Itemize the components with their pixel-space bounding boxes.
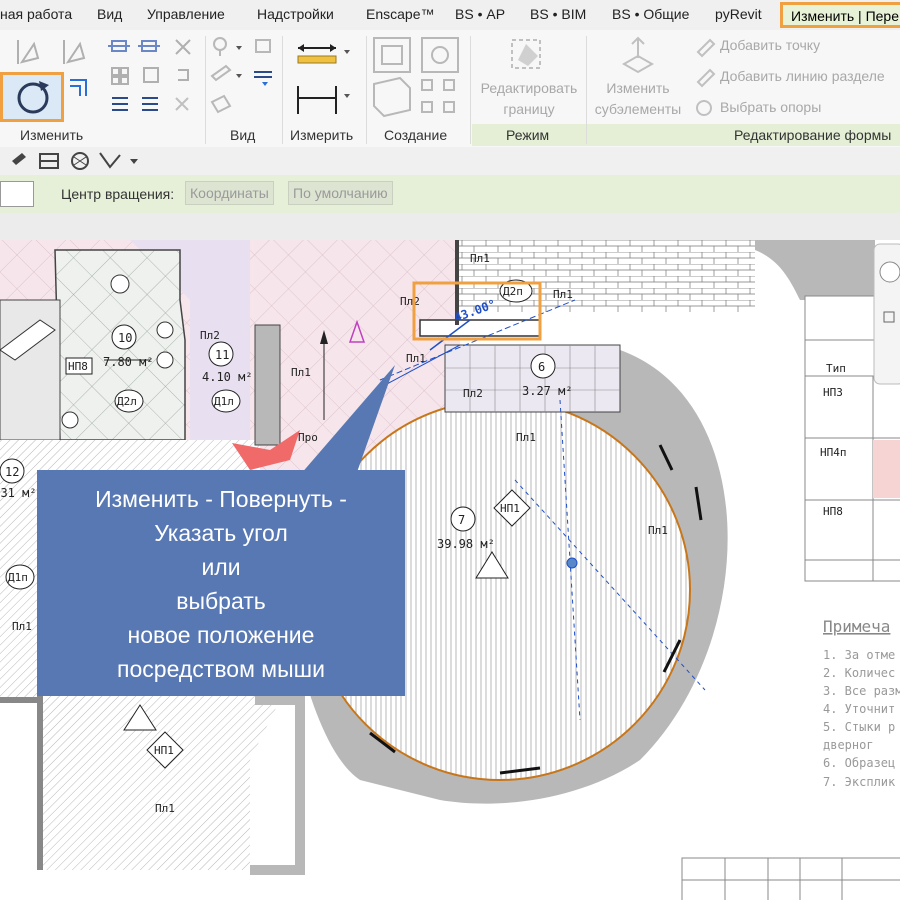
instruction-callout: Изменить - Повернуть - Указать угол или …: [37, 470, 405, 696]
note-2: 2. Количес: [823, 666, 895, 680]
tag-d2p: Д2п: [503, 285, 523, 298]
quick-access-icons[interactable]: [0, 147, 150, 175]
tab-enscape[interactable]: Enscape™: [366, 6, 434, 22]
menu-bar: ная работа Вид Управление Надстройки Ens…: [0, 0, 900, 31]
room-tag-12: 12: [5, 465, 19, 479]
schedule-row-3: НП8: [823, 505, 843, 518]
edit-boundary-label-line2: границу: [503, 101, 555, 117]
add-point-button[interactable]: Добавить точку: [720, 37, 820, 53]
rotate-icon: [17, 81, 49, 114]
panel-edit-shape-label: Редактирование формы: [734, 127, 892, 143]
tag-d1p: Д1п: [8, 571, 28, 584]
room-tag-6: 6: [538, 360, 545, 374]
panel-separator: [366, 36, 367, 144]
modify-subelements-label-line2: субэлементы: [594, 101, 682, 117]
callout-line: или: [201, 554, 241, 580]
callout-line: новое положение: [127, 622, 315, 648]
floor-label: Пл1: [12, 620, 32, 633]
panel-create-label: Создание: [384, 127, 448, 143]
room-area-7: 39.98 м²: [437, 537, 495, 551]
angle-input[interactable]: [0, 181, 34, 207]
tag-d2l: Д2л: [117, 395, 137, 408]
floor-label: Про: [298, 431, 318, 444]
floor-label: Пл1: [516, 431, 536, 444]
tag-d1l: Д1л: [214, 395, 234, 408]
floor-label: Пл1: [553, 288, 573, 301]
tab-collaborate[interactable]: ная работа: [0, 6, 72, 22]
modify-subelements-label-line1: Изменить: [606, 80, 670, 96]
panel-mode-label: Режим: [506, 127, 550, 143]
rotate-button[interactable]: [0, 72, 64, 122]
pick-supports-button[interactable]: Выбрать опоры: [720, 99, 821, 115]
add-split-line-button[interactable]: Добавить линию разделе: [720, 68, 885, 84]
edit-boundary-button[interactable]: Редактировать границу: [474, 78, 584, 120]
view-tools-icons[interactable]: [206, 36, 280, 120]
callout-line: Указать угол: [154, 520, 288, 546]
schedule-header: Тип: [826, 362, 846, 375]
note-4: 4. Уточнит: [823, 702, 895, 716]
note-6: 6. Образец: [823, 756, 895, 770]
callout-line: Изменить - Повернуть -: [95, 486, 347, 512]
floor-label: Пл1: [648, 524, 668, 537]
floor-label: Пл2: [463, 387, 483, 400]
tab-bs-bim[interactable]: BS • BIM: [530, 6, 586, 22]
callout-line: посредством мыши: [117, 656, 325, 682]
panel-separator: [586, 36, 587, 144]
panel-modify-label: Изменить: [20, 127, 84, 143]
room-area-12: 7.31 м²: [0, 486, 37, 500]
floor-label: Пл2: [400, 295, 420, 308]
edit-boundary-icon: [511, 39, 541, 69]
tab-pyrevit[interactable]: pyRevit: [715, 6, 762, 22]
tab-addins[interactable]: Надстройки: [257, 6, 334, 22]
create-tools-icons[interactable]: [370, 34, 470, 120]
schedule-row-1: НП3: [823, 386, 843, 399]
room-area-11: 4.10 м²: [202, 370, 253, 384]
edit-boundary-label-line1: Редактировать: [480, 80, 578, 96]
tab-manage[interactable]: Управление: [147, 6, 225, 22]
room-tag-10: 10: [118, 331, 132, 345]
tag-np8: НП8: [68, 360, 88, 373]
room-area-6: 3.27 м²: [522, 384, 573, 398]
floor-label: Пл1: [291, 366, 311, 379]
modify-subelements-icon: [621, 36, 655, 74]
options-bar: Центр вращения: Координаты По умолчанию: [0, 175, 900, 214]
tag-np1: НП1: [500, 502, 520, 515]
tab-modify-contextual[interactable]: Изменить | Пере: [780, 2, 900, 28]
note-5: 5. Стыки р: [823, 720, 895, 734]
tab-view[interactable]: Вид: [97, 6, 122, 22]
tab-bs-ar[interactable]: BS • АР: [455, 6, 505, 22]
callout-line: выбрать: [176, 588, 266, 614]
view-header-band: [0, 213, 900, 240]
panel-view-label: Вид: [230, 127, 256, 143]
room-tag-7: 7: [458, 513, 465, 527]
schedule-row-2: НП4п: [820, 446, 847, 459]
note-1: 1. За отме: [823, 648, 895, 662]
default-button[interactable]: По умолчанию: [288, 181, 393, 205]
floor-label: Пл1: [155, 802, 175, 815]
room-area-10: 7.80 м²: [103, 355, 154, 369]
tag-np1-lower: НП1: [154, 744, 174, 757]
coordinates-button[interactable]: Координаты: [185, 181, 274, 205]
note-7: 7. Эксплик: [823, 775, 896, 789]
note-5b: дверног: [823, 738, 874, 752]
floor-label: Пл1: [406, 352, 426, 365]
measure-tools-icons[interactable]: [288, 36, 362, 120]
shape-edit-icons: [696, 38, 716, 116]
notes-title: Примеча: [823, 617, 890, 636]
panel-separator: [470, 36, 471, 144]
tab-bs-general[interactable]: BS • Общие: [612, 6, 689, 22]
floor-label: Пл2: [200, 329, 220, 342]
rotation-center-label: Центр вращения:: [61, 186, 175, 202]
floor-label: Пл1: [470, 252, 490, 265]
panel-separator: [282, 36, 283, 144]
note-3: 3. Все разм: [823, 684, 900, 698]
drawing-canvas[interactable]: 10 7.80 м² 11 4.10 м² 6 3.27 м² 7 39.98 …: [0, 240, 900, 900]
room-tag-11: 11: [215, 348, 229, 362]
quick-access-toolbar: [0, 147, 900, 175]
panel-measure-label: Измерить: [290, 127, 354, 143]
modify-subelements-button[interactable]: Изменить субэлементы: [588, 78, 688, 120]
